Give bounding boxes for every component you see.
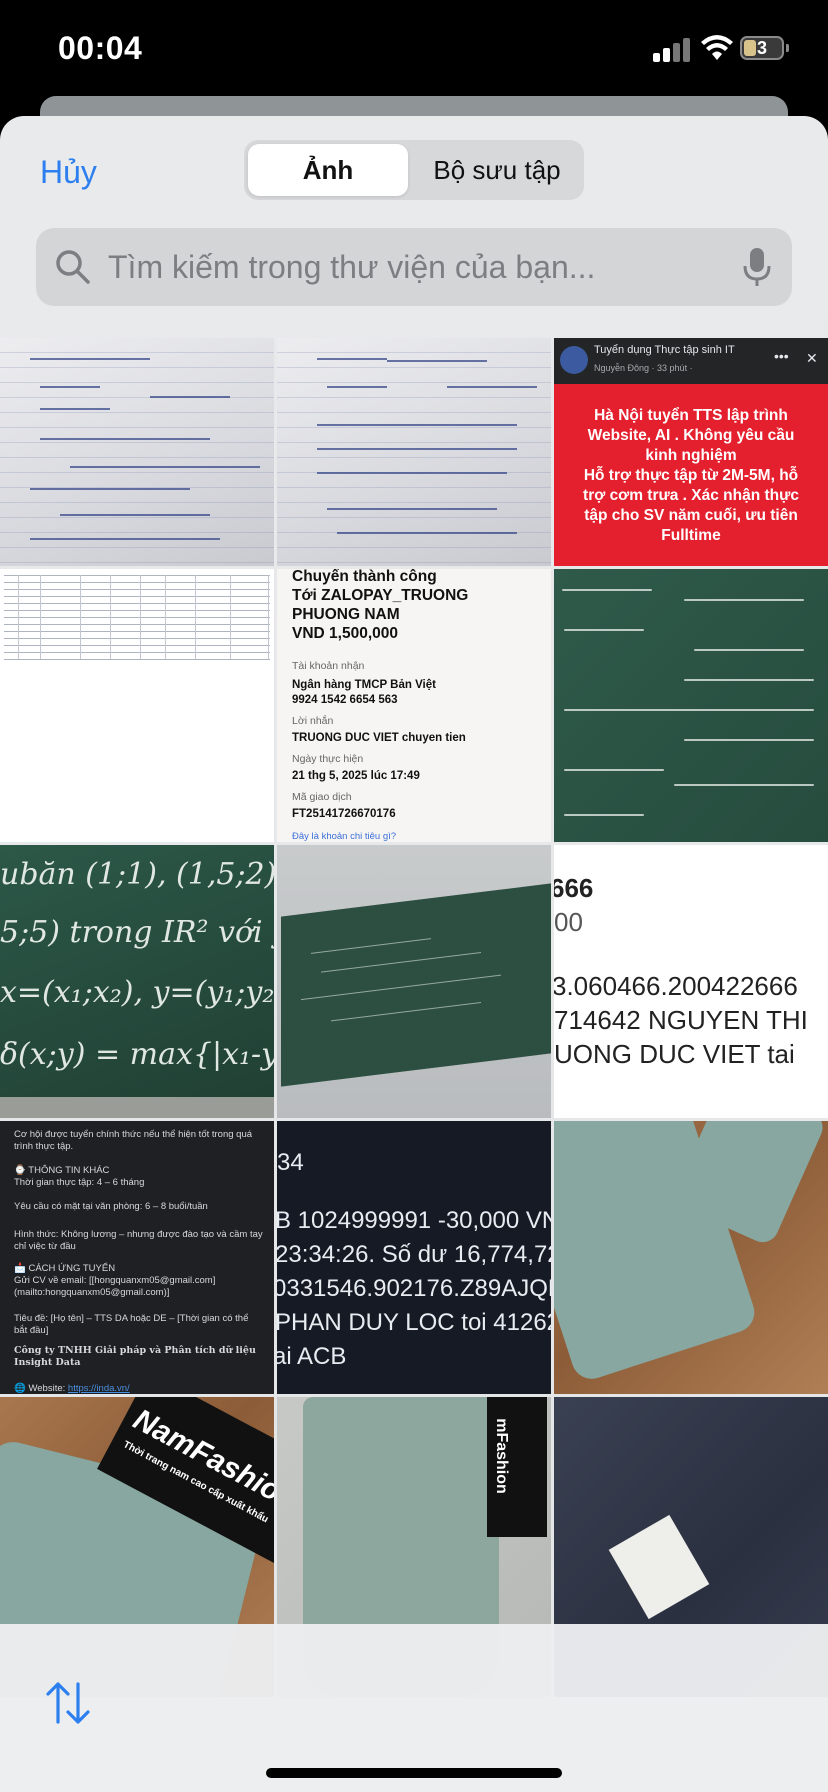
cellular-signal-icon xyxy=(653,36,693,62)
photo-thumbnail-transfer-receipt[interactable]: Chuyển thành công Tới ZALOPAY_TRUONG PHU… xyxy=(277,569,551,842)
battery-level: 3 xyxy=(756,38,767,58)
search-bar xyxy=(36,228,792,306)
photo-thumbnail-notes-1[interactable] xyxy=(0,338,274,566)
tab-photos[interactable]: Ảnh xyxy=(248,144,408,196)
close-icon: ✕ xyxy=(806,350,818,366)
fb-ad-text: Hà Nội tuyển TTS lập trình Website, AI .… xyxy=(583,407,799,544)
status-time: 00:04 xyxy=(58,30,143,66)
photo-grid: Tuyển dụng Thực tập sinh IT Nguyễn Đông … xyxy=(0,338,828,1738)
photo-thumbnail-job-post[interactable]: Cơ hội được tuyển chính thức nếu thể hiệ… xyxy=(0,1121,274,1394)
battery-cap xyxy=(786,44,789,52)
more-icon: ••• xyxy=(774,348,789,364)
photo-thumbnail-pants-floor[interactable] xyxy=(554,1121,828,1394)
fb-post-header: Tuyển dụng Thực tập sinh IT Nguyễn Đông … xyxy=(554,338,828,384)
battery-icon: 3 xyxy=(740,36,784,60)
photo-thumbnail-chalkboard-closeup[interactable]: ubăn (1;1), (1,5;2), (3 5;5) trong IR² v… xyxy=(0,845,274,1118)
photo-thumbnail-spreadsheet[interactable] xyxy=(0,569,274,842)
search-input[interactable] xyxy=(108,228,708,306)
fb-page-name: Tuyển dụng Thực tập sinh IT xyxy=(594,344,735,356)
wifi-icon xyxy=(701,35,733,60)
photo-thumbnail-sms-balance[interactable]: 666 00 3.060466.200422666 714642 NGUYEN … xyxy=(554,845,828,1118)
photo-thumbnail-fb-ad[interactable]: Tuyển dụng Thực tập sinh IT Nguyễn Đông … xyxy=(554,338,828,566)
tab-collections[interactable]: Bộ sưu tập xyxy=(414,144,580,196)
brand-tag-2: mFashion xyxy=(487,1397,547,1537)
photo-thumbnail-notes-2[interactable] xyxy=(277,338,551,566)
sort-arrows-icon[interactable] xyxy=(44,1680,92,1726)
fb-post-meta: Nguyễn Đông · 33 phút · xyxy=(594,363,693,373)
cancel-button[interactable]: Hủy xyxy=(40,154,97,191)
bottom-toolbar xyxy=(0,1624,828,1792)
segmented-control: Ảnh Bộ sưu tập xyxy=(244,140,584,200)
status-bar: 00:04 3 xyxy=(0,0,828,100)
search-icon xyxy=(56,250,90,284)
photo-picker-sheet: Hủy Ảnh Bộ sưu tập Tìm kiếm trong thư vi… xyxy=(0,116,828,1792)
photo-thumbnail-sms-transaction[interactable]: 34 B 1024999991 -30,000 VN 23:34:26. Số … xyxy=(277,1121,551,1394)
photo-thumbnail-chalkboard-1[interactable] xyxy=(554,569,828,842)
avatar xyxy=(560,346,588,374)
home-indicator xyxy=(266,1768,562,1778)
microphone-icon[interactable] xyxy=(742,246,772,288)
photo-thumbnail-classroom-board[interactable] xyxy=(277,845,551,1118)
